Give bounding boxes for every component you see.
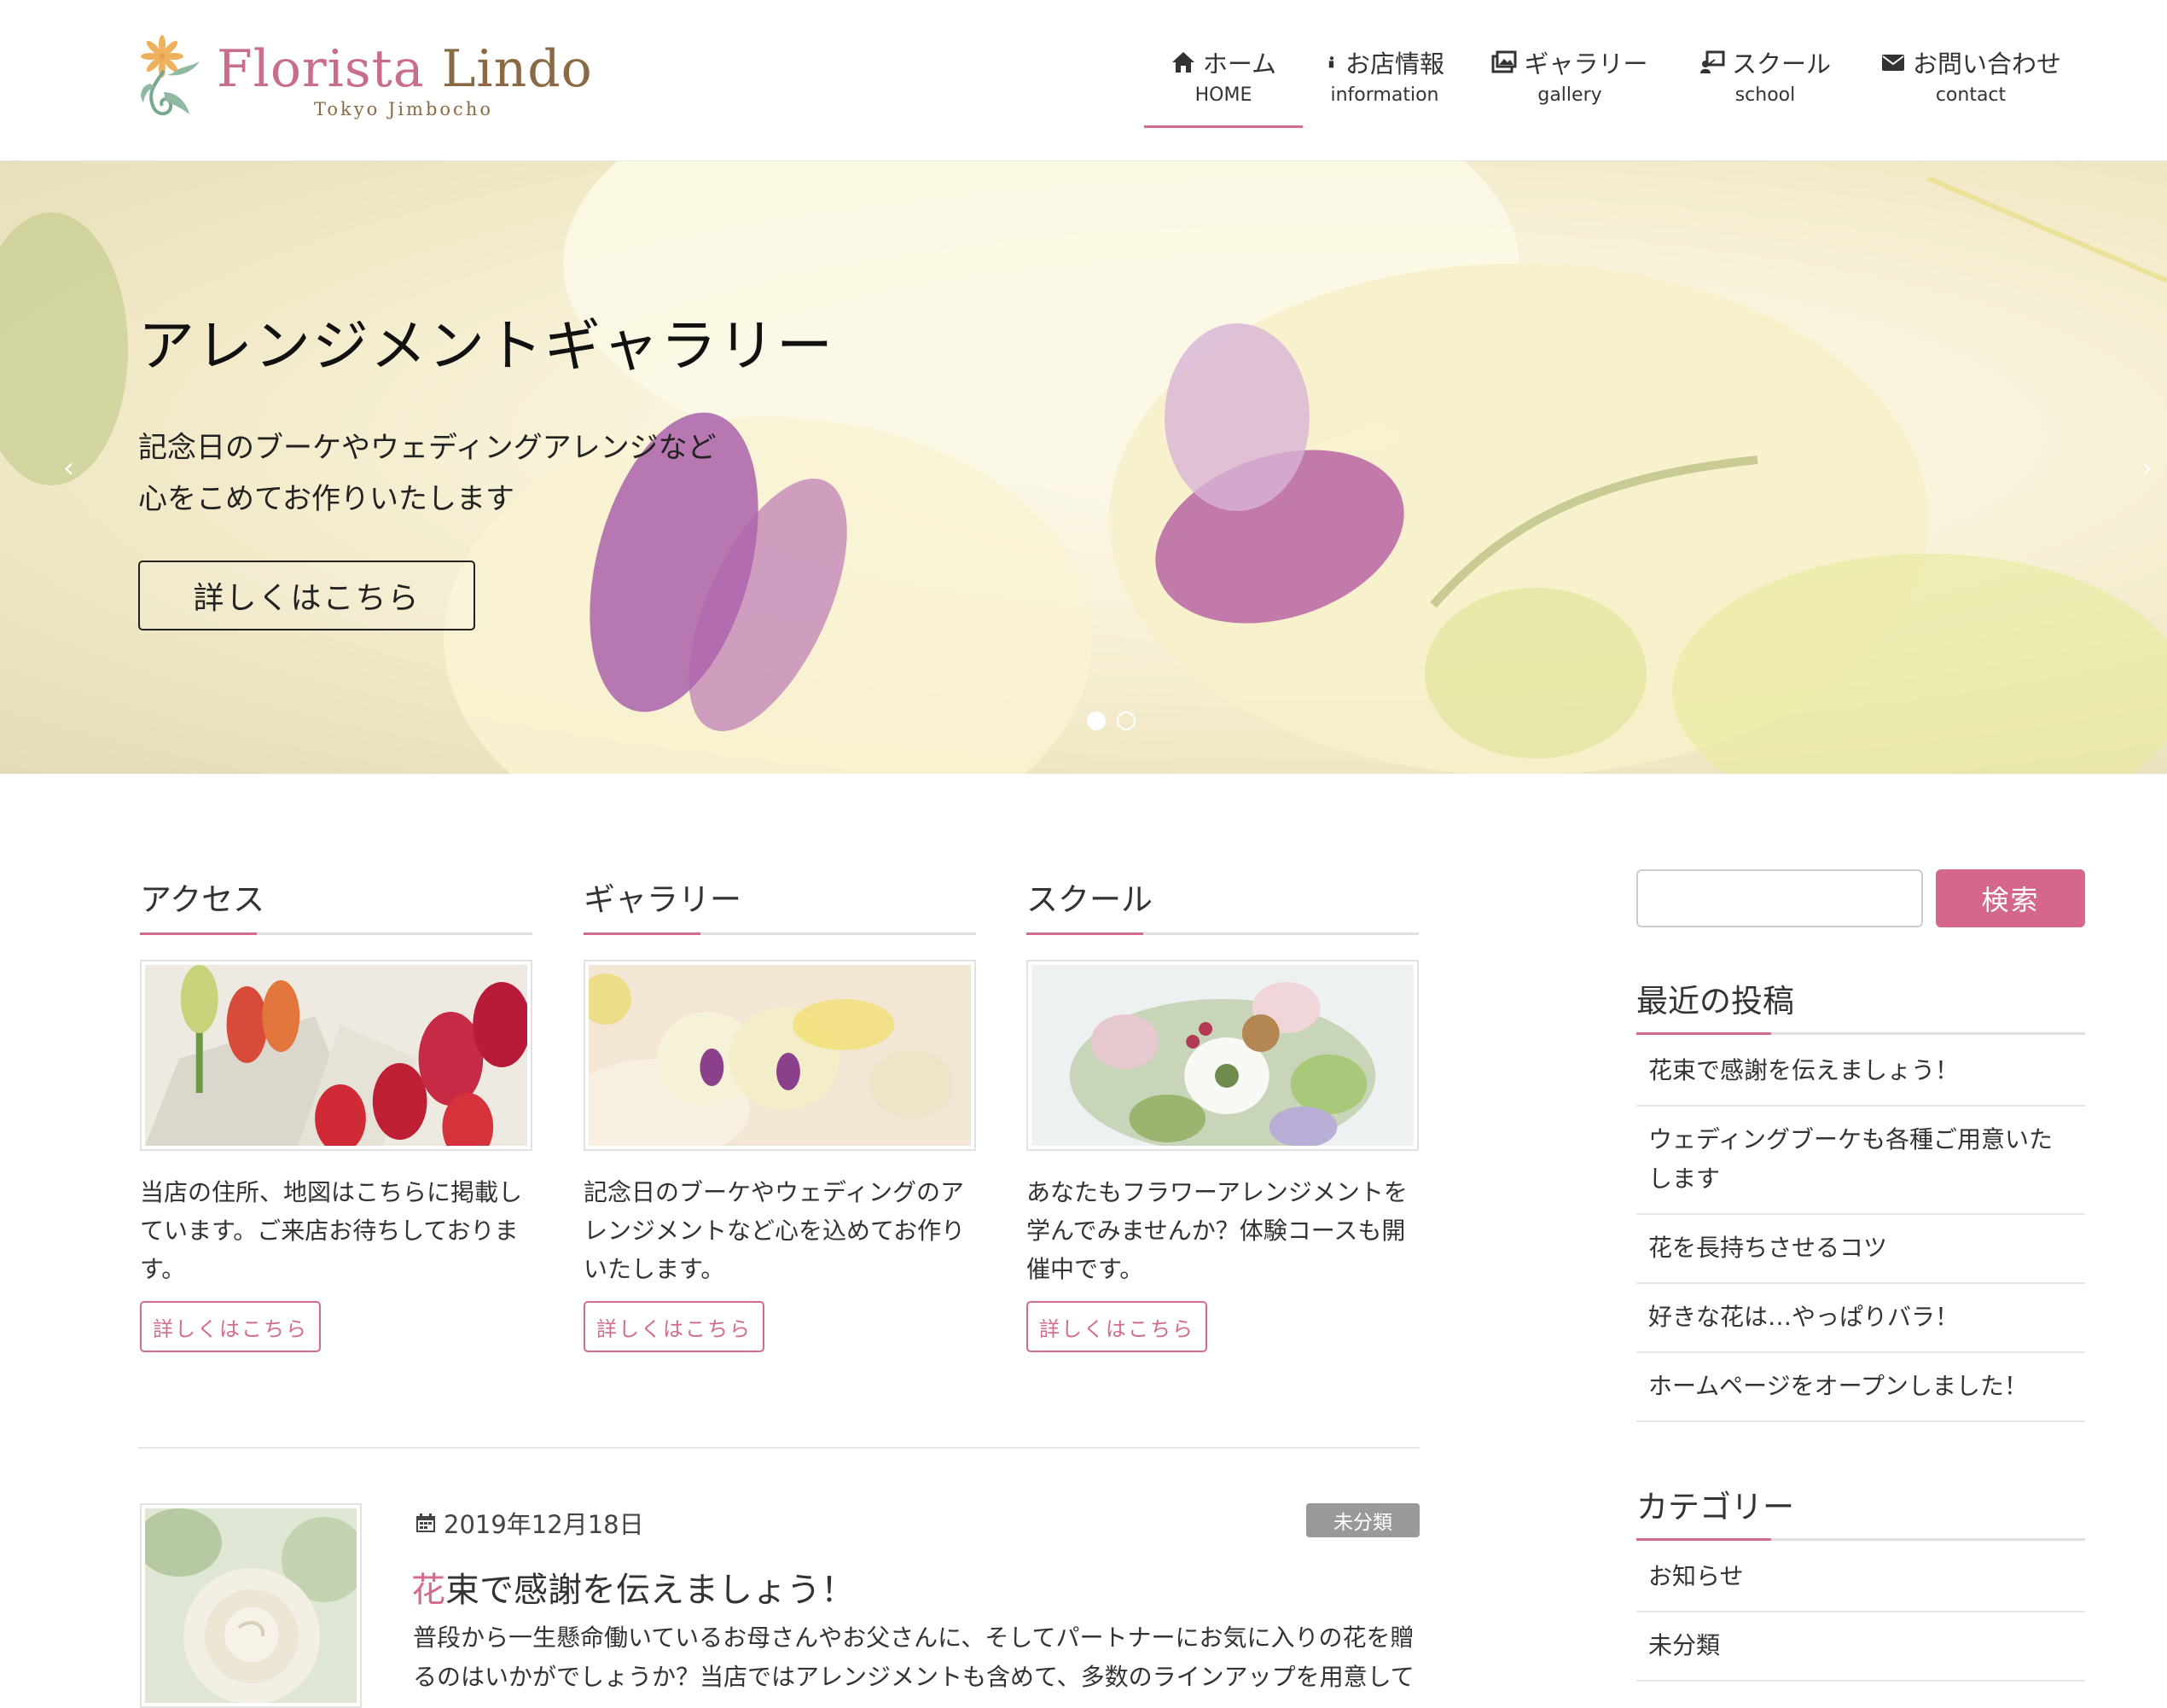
nav-school-label: スクール — [1731, 49, 1831, 78]
feature-school: スクール あなたもフラワーアレンジメントを学んでみませんか？体験コースも開催中で… — [1026, 874, 1419, 1352]
post-date-text: 2019年12月18日 — [444, 1510, 644, 1539]
images-icon — [1491, 50, 1517, 73]
envelope-icon — [1881, 55, 1904, 71]
nav-gallery-label: ギャラリー — [1524, 49, 1648, 78]
post-date: 2019年12月18日 — [415, 1505, 644, 1541]
feature-title: アクセス — [140, 874, 532, 935]
nav-contact-sub: contact — [1935, 84, 2007, 106]
site-logo[interactable]: Florista Lindo Tokyo Jimbocho — [138, 32, 592, 126]
section-divider — [138, 1447, 1420, 1449]
search-button[interactable]: 検索 — [1936, 869, 2085, 927]
brand-subtitle: Tokyo Jimbocho — [314, 99, 493, 119]
feature-more-button[interactable]: 詳しくはこちら — [584, 1301, 764, 1352]
nav-home-sub: HOME — [1194, 84, 1252, 106]
category-link[interactable]: 未分類 — [1636, 1612, 2085, 1682]
school-icon — [1699, 50, 1725, 73]
post-excerpt: 普段から一生懸命働いているお母さんやお父さんに、そしてパートナーにお気に入りの花… — [413, 1624, 1415, 1691]
nav-information-label: お店情報 — [1345, 49, 1444, 78]
nav-home-label: ホーム — [1202, 49, 1277, 78]
post-title[interactable]: 花束で感謝を伝えましょう！ — [411, 1562, 855, 1612]
nav-gallery-sub: gallery — [1537, 84, 1602, 106]
feature-image — [140, 960, 532, 1151]
feature-title: ギャラリー — [584, 874, 976, 935]
recent-posts-heading: 最近の投稿 — [1636, 975, 2085, 1035]
hero-more-button[interactable]: 詳しくはこちら — [138, 561, 475, 630]
rose-image — [142, 1508, 360, 1705]
recent-post-link[interactable]: 花を長持ちさせるコツ — [1636, 1215, 2085, 1284]
feature-text: 記念日のブーケやウェディングのアレンジメントなど心を込めてお作りいたします。 — [584, 1178, 966, 1283]
nav-school[interactable]: スクール school — [1673, 0, 1857, 128]
orchids-image — [589, 965, 971, 1146]
calendar-icon — [416, 1513, 435, 1532]
prev-slide-icon[interactable]: ‹ — [63, 451, 74, 484]
nav-contact[interactable]: お問い合わせ contact — [1857, 0, 2084, 128]
nav-information-sub: information — [1330, 84, 1439, 106]
categories-list: お知らせ 未分類 — [1636, 1543, 2085, 1682]
nav-gallery[interactable]: ギャラリー gallery — [1467, 0, 1673, 128]
recent-post-link[interactable]: 好きな花は…やっぱりバラ！ — [1636, 1284, 2085, 1353]
brand-name: Florista Lindo — [217, 39, 593, 99]
feature-more-button[interactable]: 詳しくはこちら — [1026, 1301, 1207, 1352]
nav-school-sub: school — [1734, 84, 1796, 106]
slide-indicator-2[interactable] — [1117, 712, 1136, 730]
next-slide-icon[interactable]: › — [2141, 451, 2152, 484]
feature-access: アクセス 当店の住所、地図はこちらに掲載しています。ご来店お待ちしております。 … — [140, 874, 532, 1352]
nav-contact-label: お問い合わせ — [1912, 49, 2061, 78]
post-thumbnail[interactable] — [140, 1503, 362, 1708]
recent-posts-list: 花束で感謝を伝えましょう！ ウェディングブーケも各種ご用意いたします 花を長持ち… — [1636, 1037, 2085, 1422]
tulips-image — [145, 965, 527, 1146]
category-link[interactable]: お知らせ — [1636, 1543, 2085, 1612]
feature-gallery: ギャラリー 記念日のブーケやウェディングのアレンジメントなど心を込めてお作りいた… — [584, 874, 976, 1352]
nav-home[interactable]: ホーム HOME — [1144, 0, 1303, 128]
search-input[interactable] — [1636, 869, 1923, 927]
info-icon — [1328, 56, 1334, 68]
hero-slider[interactable]: アレンジメントギャラリー 記念日のブーケやウェディングアレンジなど 心をこめてお… — [0, 161, 2167, 774]
hero-line-2: 心をこめてお作りいたします — [138, 482, 514, 516]
slide-indicator-1[interactable] — [1087, 712, 1106, 730]
hero-title: アレンジメントギャラリー — [138, 313, 834, 379]
feature-title: スクール — [1026, 874, 1419, 935]
arrangement-image — [1031, 965, 1414, 1146]
home-icon — [1171, 52, 1194, 73]
flower-logo-icon — [141, 35, 200, 116]
post-category-badge[interactable]: 未分類 — [1306, 1503, 1420, 1537]
hero-text: 記念日のブーケやウェディングアレンジなど 心をこめてお作りいたします — [138, 422, 717, 525]
recent-post-link[interactable]: 花束で感謝を伝えましょう！ — [1636, 1037, 2085, 1107]
nav-information[interactable]: お店情報 information — [1303, 0, 1467, 128]
recent-post-link[interactable]: ホームページをオープンしました！ — [1636, 1353, 2085, 1422]
hero-line-1: 記念日のブーケやウェディングアレンジなど — [138, 431, 717, 465]
feature-more-button[interactable]: 詳しくはこちら — [140, 1301, 321, 1352]
site-header: Florista Lindo Tokyo Jimbocho ホーム HOME お… — [0, 0, 2167, 161]
feature-text: あなたもフラワーアレンジメントを学んでみませんか？体験コースも開催中です。 — [1026, 1178, 1408, 1283]
categories-heading: カテゴリー — [1636, 1481, 2085, 1541]
feature-image — [584, 960, 976, 1151]
feature-text: 当店の住所、地図はこちらに掲載しています。ご来店お待ちしております。 — [140, 1178, 523, 1283]
feature-image — [1026, 960, 1419, 1151]
recent-post-link[interactable]: ウェディングブーケも各種ご用意いたします — [1636, 1107, 2085, 1215]
